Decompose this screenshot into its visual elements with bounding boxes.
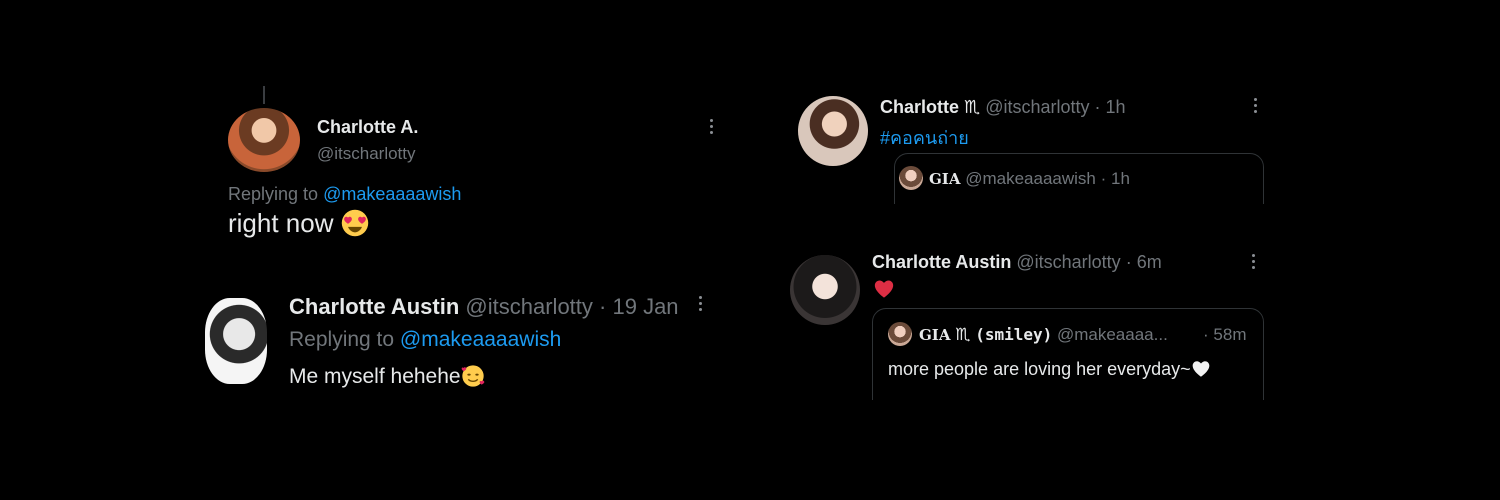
tweet-card-charlotte-austin-1[interactable]: Charlotte Austin @itscharlotty · 19 Jan … (205, 290, 725, 400)
display-name[interactable]: Charlotte (880, 97, 959, 117)
red-heart-icon (874, 280, 894, 298)
quoted-display-name[interactable]: GIA (919, 326, 950, 344)
replying-to-link[interactable]: @makeaaaawish (323, 184, 461, 204)
timestamp[interactable]: 1h (1106, 97, 1126, 117)
avatar[interactable] (205, 298, 267, 384)
display-name[interactable]: Charlotte Austin (872, 252, 1011, 272)
tweet-card-charlotte-a[interactable]: Charlotte A. @itscharlotty Replying to @… (228, 86, 728, 246)
tweet-text-content: right now (228, 208, 334, 238)
tweet-header: Charlotte ♏ @itscharlotty · 1h (880, 97, 1126, 118)
more-options-icon[interactable] (1252, 98, 1258, 113)
separator: · (1125, 252, 1132, 272)
quoted-name-suffix: (smiley) (975, 325, 1053, 344)
handle[interactable]: @itscharlotty (465, 294, 592, 319)
handle[interactable]: @itscharlotty (317, 144, 416, 164)
more-options-icon[interactable] (1250, 254, 1256, 269)
handle[interactable]: @itscharlotty (1016, 252, 1120, 272)
timestamp[interactable]: 19 Jan (612, 294, 678, 319)
separator: · (1100, 169, 1107, 188)
thread-line (263, 86, 265, 104)
separator: · (1203, 325, 1209, 344)
tweet-text-content: Me myself hehehe (289, 365, 461, 388)
quoted-handle[interactable]: @makeaaaawish (965, 169, 1096, 188)
more-options-icon[interactable] (697, 296, 703, 311)
hashtag-link[interactable]: #คอคนถ่าย (880, 123, 969, 152)
display-name[interactable]: Charlotte A. (317, 117, 418, 138)
tweet-header: Charlotte Austin @itscharlotty · 6m (872, 252, 1162, 273)
avatar[interactable] (798, 96, 868, 166)
quoted-text-content: more people are loving her everyday~ (888, 359, 1191, 379)
quoted-text: more people are loving her everyday~ (888, 359, 1211, 380)
tweet-card-charlotte[interactable]: Charlotte ♏ @itscharlotty · 1h #คอคนถ่าย… (798, 80, 1270, 204)
name-symbol: ♏ (955, 325, 971, 344)
name-symbol: ♏ (964, 97, 981, 117)
quoted-header: GIA ♏ (smiley) @makeaaaa... (919, 325, 1168, 345)
tweet-card-charlotte-austin-2[interactable]: Charlotte Austin @itscharlotty · 6m GIA … (790, 245, 1270, 400)
quoted-timestamp[interactable]: 1h (1111, 169, 1130, 188)
smiling-face-with-heart-eyes-icon (341, 209, 368, 237)
quoted-avatar[interactable] (899, 166, 923, 190)
quoted-tweet[interactable]: GIA ♏ (smiley) @makeaaaa... · 58m more p… (872, 308, 1264, 400)
quoted-timestamp[interactable]: 58m (1213, 325, 1246, 344)
tweet-header: Charlotte Austin @itscharlotty · 19 Jan (289, 294, 679, 320)
quoted-handle[interactable]: @makeaaaa... (1057, 325, 1168, 344)
handle[interactable]: @itscharlotty (985, 97, 1089, 117)
separator: · (599, 294, 607, 319)
quoted-avatar[interactable] (888, 322, 912, 346)
more-options-icon[interactable] (708, 119, 714, 134)
avatar[interactable] (228, 108, 300, 172)
replying-prefix: Replying to (228, 184, 319, 204)
replying-prefix: Replying to (289, 328, 395, 351)
quoted-display-name[interactable]: GIA (929, 170, 960, 188)
timestamp[interactable]: 6m (1137, 252, 1162, 272)
avatar[interactable] (790, 255, 860, 325)
quoted-tweet[interactable]: GIA @makeaaaawish · 1h (894, 153, 1264, 204)
display-name[interactable]: Charlotte Austin (289, 294, 459, 319)
replying-to-link[interactable]: @makeaaaawish (400, 328, 561, 351)
tweet-text: Me myself hehehe (289, 364, 485, 389)
replying-line: Replying to @makeaaaawish (228, 184, 461, 205)
tweet-text: right now (228, 208, 369, 239)
white-heart-icon (1192, 361, 1210, 377)
quoted-header: GIA @makeaaaawish · 1h (929, 169, 1130, 189)
replying-line: Replying to @makeaaaawish (289, 328, 561, 352)
quoted-time-group: · 58m (1203, 325, 1246, 345)
separator: · (1094, 97, 1101, 117)
smiling-face-with-hearts-icon (461, 365, 484, 387)
